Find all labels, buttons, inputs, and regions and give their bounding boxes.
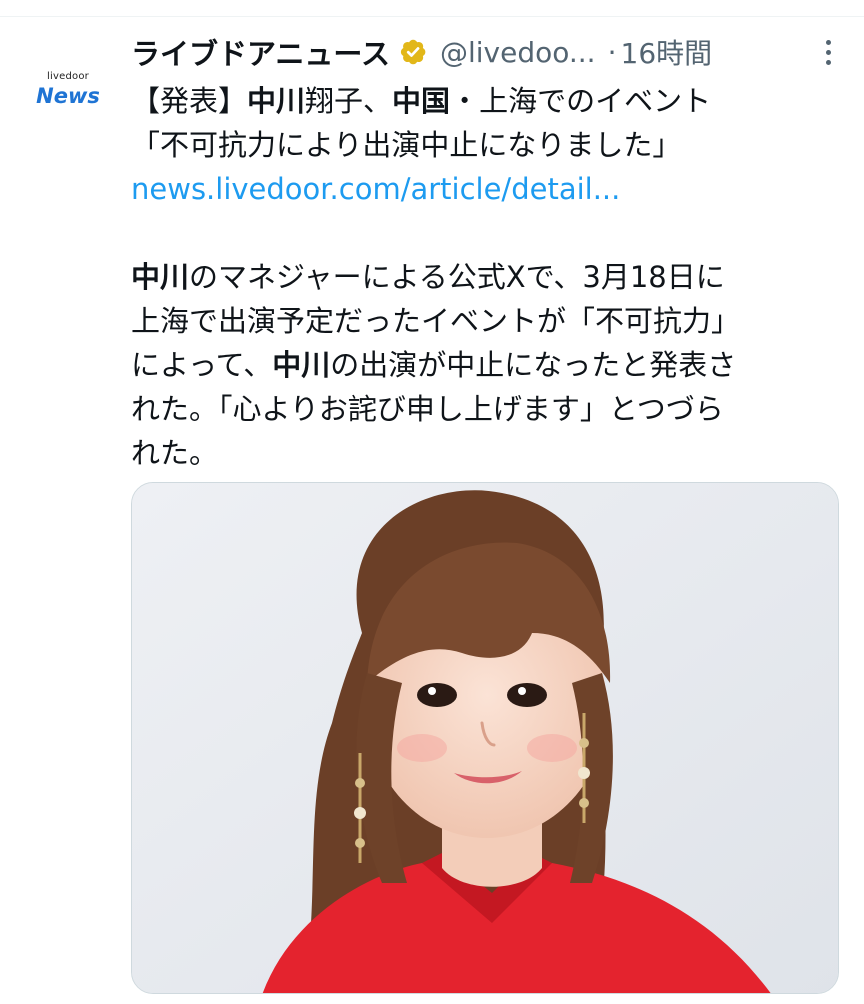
tweet[interactable]: livedoor News ライブドアニュース @livedoo... · 16…: [0, 17, 864, 1004]
tweet-header: ライブドアニュース @livedoo... · 16時間: [131, 31, 841, 73]
text-segment: 翔子、: [305, 84, 393, 118]
more-vertical-icon[interactable]: [815, 35, 841, 69]
text-bold-segment: 中川: [247, 84, 306, 118]
tweet-timestamp[interactable]: 16時間: [621, 32, 713, 72]
text-line-8: れた。: [131, 436, 219, 470]
text-bold-segment: 中川: [272, 348, 331, 382]
tweet-photo[interactable]: [131, 482, 839, 994]
tweet-text: 【発表】中川翔子、中国・上海でのイベント 「不可抗力により出演中止になりました」…: [131, 79, 831, 475]
author-display-name[interactable]: ライブドアニュース: [131, 31, 390, 73]
text-line-4: 中川のマネジャーによる公式Xで、3月18日に: [131, 255, 831, 299]
verified-badge-icon[interactable]: [398, 37, 428, 67]
photo-illustration: [132, 483, 838, 993]
text-segment: によって、: [131, 348, 273, 382]
text-bold-segment: 中川: [131, 260, 190, 294]
text-line-6: によって、中川の出演が中止になったと発表さ: [131, 343, 831, 387]
text-line-7: れた。「心よりお詫び申し上げます」とつづら: [131, 392, 724, 426]
author-handle[interactable]: @livedoo...: [440, 36, 596, 69]
avatar[interactable]: livedoor News: [24, 45, 112, 133]
text-line-1: 【発表】中川翔子、中国・上海でのイベント: [131, 79, 831, 123]
avatar-logo-big: News: [36, 83, 100, 108]
text-segment: ・上海でのイベント: [450, 84, 712, 118]
text-segment: 【発表】: [131, 84, 248, 118]
article-link[interactable]: news.livedoor.com/article/detail...: [131, 167, 831, 211]
text-bold-segment: 中国: [392, 84, 451, 118]
text-segment: の出演が中止になったと発表さ: [330, 348, 737, 382]
text-line-2: 「不可抗力により出演中止になりました」: [131, 128, 682, 162]
text-line-5: 上海で出演予定だったイベントが「不可抗力」: [131, 304, 741, 338]
text-segment: のマネジャーによる公式Xで、3月18日に: [189, 260, 725, 294]
header-separator: ·: [607, 35, 617, 69]
avatar-logo-small: livedoor: [47, 70, 89, 82]
